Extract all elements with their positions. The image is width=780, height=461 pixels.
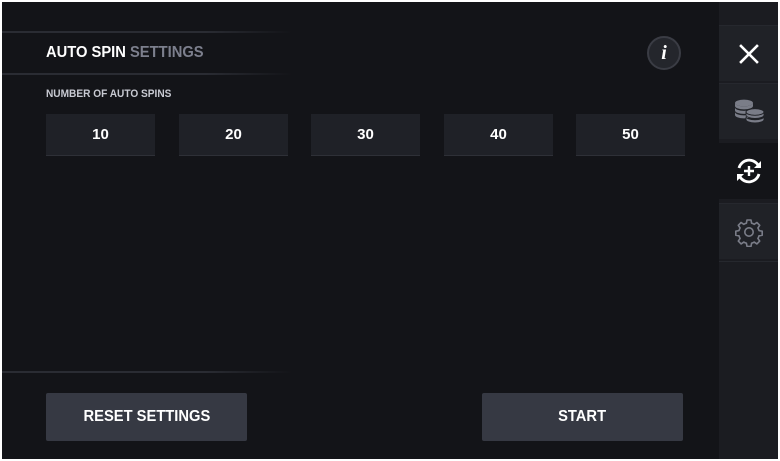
autospin-icon: [736, 158, 761, 184]
sidebar-item-settings[interactable]: [719, 203, 778, 259]
info-button[interactable]: i: [647, 36, 681, 70]
spin-option-10[interactable]: 10: [46, 114, 155, 156]
sidebar-item-autospin[interactable]: [719, 143, 778, 199]
divider: [2, 73, 292, 75]
sidebar-item-bet[interactable]: [719, 83, 778, 139]
settings-panel: AUTO SPIN SETTINGS i NUMBER OF AUTO SPIN…: [2, 2, 719, 459]
info-icon: i: [661, 42, 667, 64]
spin-option-40[interactable]: 40: [444, 114, 553, 156]
auto-spin-settings-window: AUTO SPIN SETTINGS i NUMBER OF AUTO SPIN…: [2, 2, 778, 459]
sidebar-empty-area: [719, 261, 778, 459]
close-icon: [738, 43, 759, 64]
section-label-auto-spins: NUMBER OF AUTO SPINS: [46, 88, 172, 100]
sidebar: [719, 2, 778, 459]
close-button[interactable]: [719, 25, 778, 81]
spin-option-30[interactable]: 30: [311, 114, 420, 156]
divider: [2, 31, 292, 33]
title-secondary: SETTINGS: [129, 44, 204, 61]
spin-option-20[interactable]: 20: [179, 114, 288, 156]
reset-settings-button[interactable]: RESET SETTINGS: [46, 393, 247, 441]
coins-icon: [734, 99, 764, 123]
divider: [2, 371, 292, 373]
start-button[interactable]: START: [482, 393, 683, 441]
start-label: START: [558, 408, 607, 425]
gear-icon: [734, 218, 763, 247]
panel-title: AUTO SPIN SETTINGS: [46, 43, 204, 63]
spin-option-50[interactable]: 50: [576, 114, 685, 156]
title-primary: AUTO SPIN: [46, 44, 126, 61]
reset-settings-label: RESET SETTINGS: [83, 408, 210, 425]
